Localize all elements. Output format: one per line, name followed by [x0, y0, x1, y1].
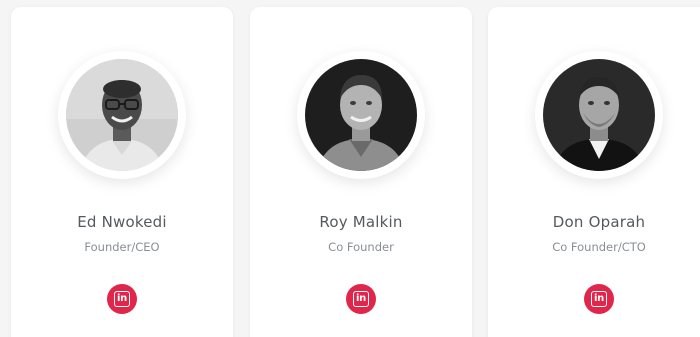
member-name: Ed Nwokedi [77, 213, 167, 231]
team-section: Ed Nwokedi Founder/CEO in Roy Malkin Co … [0, 0, 700, 337]
linkedin-button[interactable]: in [346, 284, 376, 314]
avatar-frame [58, 51, 186, 179]
team-member-card: Roy Malkin Co Founder in [250, 7, 472, 337]
avatar-frame [535, 51, 663, 179]
linkedin-button[interactable]: in [107, 284, 137, 314]
linkedin-icon: in [114, 291, 130, 307]
avatar-frame [297, 51, 425, 179]
linkedin-icon: in [353, 291, 369, 307]
member-name: Don Oparah [552, 213, 646, 231]
linkedin-button[interactable]: in [584, 284, 614, 314]
linkedin-icon: in [591, 291, 607, 307]
avatar [305, 59, 417, 171]
team-member-card: Ed Nwokedi Founder/CEO in [11, 7, 233, 337]
member-role: Co Founder [328, 240, 394, 254]
avatar [66, 59, 178, 171]
team-member-card: Don Oparah Co Founder/CTO in [488, 7, 700, 337]
member-role: Founder/CEO [84, 240, 160, 254]
avatar [543, 59, 655, 171]
member-name: Roy Malkin [319, 213, 403, 231]
member-role: Co Founder/CTO [552, 240, 646, 254]
